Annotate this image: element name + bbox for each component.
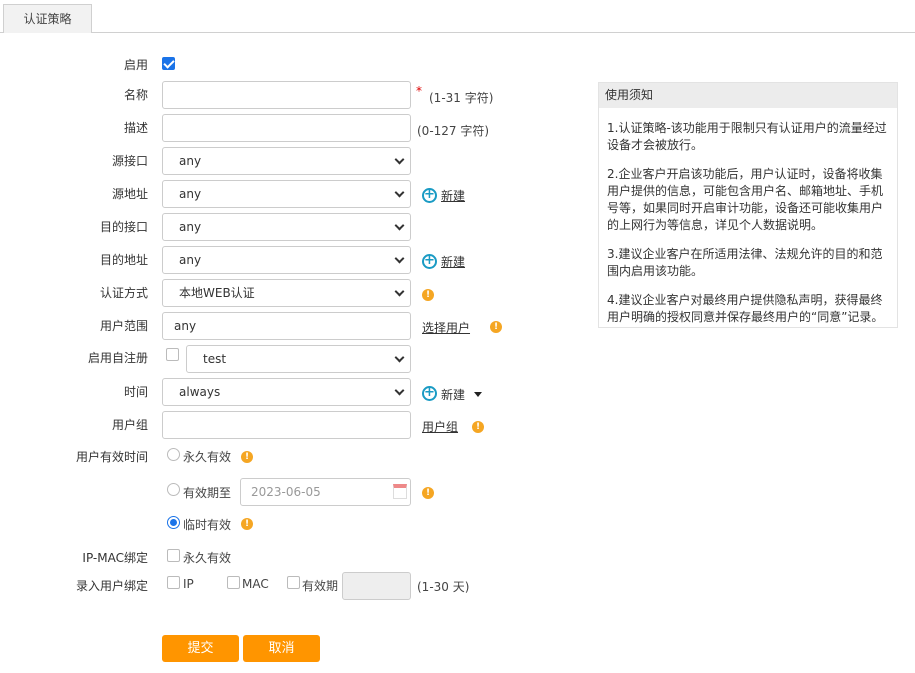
time-value: always xyxy=(179,385,220,399)
chevron-down-icon xyxy=(395,287,405,297)
submit-button[interactable]: 提交 xyxy=(162,635,239,662)
name-input[interactable] xyxy=(162,81,411,109)
src-addr-select[interactable]: any xyxy=(162,180,411,208)
group-link[interactable]: 用户组 xyxy=(422,418,458,435)
chevron-down-icon xyxy=(395,155,405,165)
label-auth: 认证方式 xyxy=(100,284,148,301)
select-user-link[interactable]: 选择用户 xyxy=(422,319,470,336)
label-ipmac: IP-MAC绑定 xyxy=(82,549,148,566)
tab-auth-policy[interactable]: 认证策略 xyxy=(3,4,92,33)
enable-checkbox[interactable] xyxy=(162,57,175,70)
label-scope: 用户范围 xyxy=(100,317,148,334)
chevron-down-icon xyxy=(395,254,405,264)
self-reg-select[interactable]: test xyxy=(186,345,411,373)
ip-label: IP xyxy=(183,577,194,591)
mac-label: MAC xyxy=(242,577,269,591)
warning-icon: ! xyxy=(241,451,253,463)
warning-icon: ! xyxy=(422,289,434,301)
src-addr-value: any xyxy=(179,187,201,201)
until-label: 有效期至 xyxy=(183,484,231,501)
self-reg-value: test xyxy=(203,352,226,366)
date-input[interactable]: 2023-06-05 xyxy=(240,478,411,506)
new-src-addr-link[interactable]: 新建 xyxy=(441,187,465,204)
days-hint: (1-30 天) xyxy=(417,578,469,595)
forever-radio[interactable] xyxy=(167,448,180,461)
calendar-icon[interactable] xyxy=(393,484,407,499)
chevron-down-icon xyxy=(395,386,405,396)
label-self-reg: 启用自注册 xyxy=(88,349,148,366)
scope-input[interactable]: any xyxy=(162,312,411,340)
time-select[interactable]: always xyxy=(162,378,411,406)
warning-icon: ! xyxy=(422,487,434,499)
notice-item: 1.认证策略-该功能用于限制只有认证用户的流量经过设备才会被放行。 xyxy=(607,120,889,154)
label-bind: 录入用户绑定 xyxy=(76,577,148,594)
self-reg-checkbox[interactable] xyxy=(166,348,179,361)
notice-item: 4.建议企业客户对最终用户提供隐私声明，获得最终用户明确的授权同意并保存最终用户… xyxy=(607,292,889,326)
period-days-input[interactable] xyxy=(342,572,411,600)
caret-down-icon[interactable] xyxy=(474,392,482,401)
desc-input[interactable] xyxy=(162,114,411,142)
label-desc: 描述 xyxy=(124,119,148,136)
mac-checkbox[interactable] xyxy=(227,576,240,589)
warning-icon: ! xyxy=(472,421,484,433)
name-hint: (1-31 字符) xyxy=(429,89,493,106)
src-if-select[interactable]: any xyxy=(162,147,411,175)
label-dst-addr: 目的地址 xyxy=(100,251,148,268)
label-valid: 用户有效时间 xyxy=(76,448,148,465)
dst-addr-value: any xyxy=(179,253,201,267)
until-radio[interactable] xyxy=(167,483,180,496)
label-name: 名称 xyxy=(124,86,148,103)
ip-checkbox[interactable] xyxy=(167,576,180,589)
scope-value: any xyxy=(174,319,196,333)
warning-icon: ! xyxy=(490,321,502,333)
forever-label: 永久有效 xyxy=(183,448,231,465)
chevron-down-icon xyxy=(395,221,405,231)
temp-label: 临时有效 xyxy=(183,516,231,533)
src-if-value: any xyxy=(179,154,201,168)
add-icon[interactable]: + xyxy=(422,188,437,203)
notice-panel: 使用须知 1.认证策略-该功能用于限制只有认证用户的流量经过设备才会被放行。 2… xyxy=(598,82,898,328)
label-group: 用户组 xyxy=(112,416,148,433)
auth-value: 本地WEB认证 xyxy=(179,286,255,300)
period-label: 有效期 xyxy=(302,577,338,594)
label-dst-if: 目的接口 xyxy=(100,218,148,235)
add-icon[interactable]: + xyxy=(422,386,437,401)
label-src-if: 源接口 xyxy=(112,152,148,169)
notice-item: 2.企业客户开启该功能后，用户认证时，设备将收集用户提供的信息，可能包含用户名、… xyxy=(607,166,889,234)
auth-select[interactable]: 本地WEB认证 xyxy=(162,279,411,307)
label-src-addr: 源地址 xyxy=(112,185,148,202)
chevron-down-icon xyxy=(395,188,405,198)
temp-radio[interactable] xyxy=(167,516,180,529)
group-input[interactable] xyxy=(162,411,411,439)
notice-item: 3.建议企业客户在所适用法律、法规允许的目的和范围内启用该功能。 xyxy=(607,246,889,280)
chevron-down-icon xyxy=(395,353,405,363)
dst-if-select[interactable]: any xyxy=(162,213,411,241)
dst-addr-select[interactable]: any xyxy=(162,246,411,274)
label-enable: 启用 xyxy=(124,56,148,73)
add-icon[interactable]: + xyxy=(422,254,437,269)
period-checkbox[interactable] xyxy=(287,576,300,589)
warning-icon: ! xyxy=(241,518,253,530)
new-dst-addr-link[interactable]: 新建 xyxy=(441,253,465,270)
notice-title: 使用须知 xyxy=(599,83,897,108)
dst-if-value: any xyxy=(179,220,201,234)
new-time-link[interactable]: 新建 xyxy=(441,386,465,403)
date-value: 2023-06-05 xyxy=(251,485,321,499)
tab-bar xyxy=(0,32,915,33)
required-mark: * xyxy=(416,84,422,98)
label-time: 时间 xyxy=(124,383,148,400)
cancel-button[interactable]: 取消 xyxy=(243,635,320,662)
desc-hint: (0-127 字符) xyxy=(417,122,489,139)
ipmac-label: 永久有效 xyxy=(183,549,231,566)
ipmac-checkbox[interactable] xyxy=(167,549,180,562)
